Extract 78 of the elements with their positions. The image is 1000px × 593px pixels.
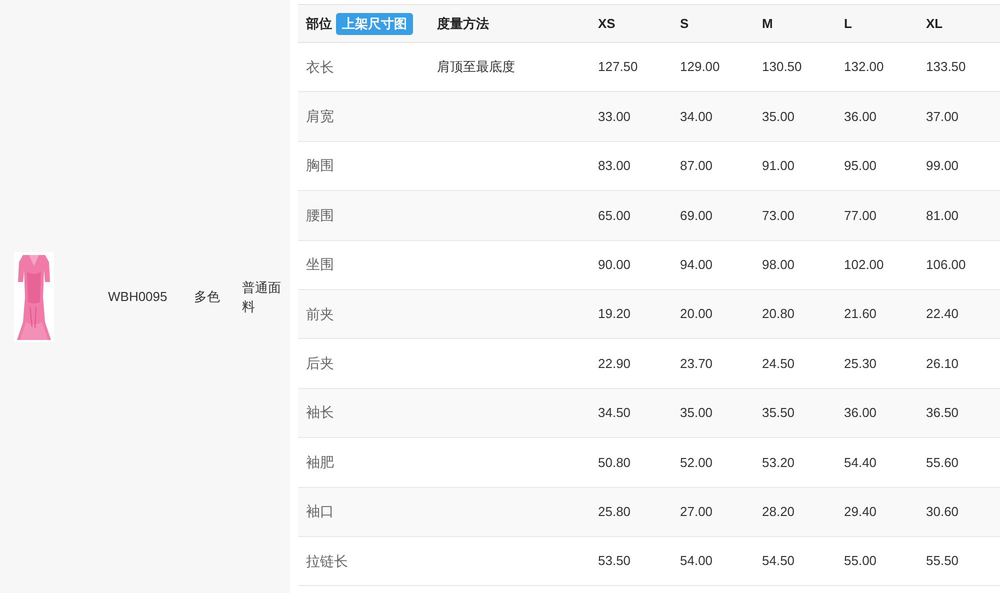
- size-value: 24.50: [762, 356, 795, 371]
- size-value: 83.00: [598, 158, 631, 174]
- column-header: XS: [598, 14, 616, 33]
- size-value: 22.40: [926, 306, 959, 322]
- size-value: 52.00: [680, 454, 713, 470]
- size-value: 36.50: [926, 405, 959, 420]
- measure-method: 肩顶至最底度: [437, 59, 515, 74]
- size-value: 98.00: [762, 257, 795, 272]
- column-header: 度量方法: [437, 14, 489, 33]
- column-header: L: [844, 14, 852, 33]
- size-value: 87.00: [680, 158, 713, 174]
- size-value: 53.20: [762, 454, 795, 470]
- size-value: 99.00: [926, 158, 959, 174]
- size-value: 50.80: [598, 454, 631, 470]
- size-value: 20.80: [762, 306, 795, 322]
- size-value: 55.50: [926, 553, 959, 568]
- size-value: 22.90: [598, 356, 631, 371]
- size-value: 37.00: [926, 108, 959, 124]
- size-value: 25.30: [844, 356, 877, 371]
- part-name: 胸围: [306, 157, 334, 174]
- size-value: 36.00: [844, 108, 877, 124]
- part-name: 腰围: [306, 206, 334, 223]
- size-value: 28.20: [762, 504, 795, 519]
- product-fabric: 普通面料: [242, 278, 282, 316]
- size-value: 91.00: [762, 158, 795, 174]
- column-header: M: [762, 14, 773, 33]
- size-value: 34.00: [680, 108, 713, 124]
- size-value: 94.00: [680, 257, 713, 272]
- size-value: 35.00: [680, 405, 713, 420]
- size-value: 130.50: [762, 59, 802, 74]
- size-value: 19.20: [598, 306, 631, 322]
- size-value: 55.00: [844, 553, 877, 568]
- size-value: 127.50: [598, 59, 638, 74]
- part-name: 坐围: [306, 256, 334, 272]
- part-name: 袖长: [306, 404, 334, 420]
- column-header: 部位: [306, 14, 332, 33]
- size-value: 35.00: [762, 108, 795, 124]
- column-header: S: [680, 14, 689, 33]
- size-value: 102.00: [844, 257, 884, 272]
- size-value: 21.60: [844, 306, 877, 322]
- size-value: 27.00: [680, 504, 713, 519]
- part-name: 衣长: [306, 58, 334, 75]
- part-name: 后夹: [306, 355, 334, 372]
- size-value: 33.00: [598, 108, 631, 124]
- part-name: 肩宽: [306, 108, 334, 124]
- size-value: 54.40: [844, 454, 877, 470]
- size-value: 25.80: [598, 504, 631, 519]
- product-color: 多色: [194, 288, 221, 306]
- size-value: 26.10: [926, 356, 959, 371]
- size-value: 106.00: [926, 257, 966, 272]
- size-value: 53.50: [598, 553, 631, 568]
- size-chart-button[interactable]: 上架尺寸图: [336, 12, 413, 34]
- part-name: 袖口: [306, 503, 334, 520]
- size-value: 133.50: [926, 59, 966, 74]
- size-value: 23.70: [680, 356, 713, 371]
- size-value: 36.00: [844, 405, 877, 420]
- size-value: 30.60: [926, 504, 959, 519]
- size-value: 73.00: [762, 208, 795, 223]
- size-value: 65.00: [598, 208, 631, 223]
- size-value: 20.00: [680, 306, 713, 322]
- size-value: 129.00: [680, 59, 720, 74]
- part-name: 前夹: [306, 306, 334, 322]
- size-value: 34.50: [598, 405, 631, 420]
- size-value: 77.00: [844, 208, 877, 223]
- size-value: 54.50: [762, 553, 795, 568]
- size-value: 132.00: [844, 59, 884, 74]
- size-value: 29.40: [844, 504, 877, 519]
- part-name: 袖肥: [306, 454, 334, 470]
- size-value: 95.00: [844, 158, 877, 174]
- size-value: 90.00: [598, 257, 631, 272]
- product-code: WBH0095: [108, 288, 168, 306]
- size-value: 81.00: [926, 208, 959, 223]
- part-name: 拉链长: [306, 552, 348, 569]
- column-header: XL: [926, 14, 943, 33]
- size-value: 55.60: [926, 454, 959, 470]
- size-value: 54.00: [680, 553, 713, 568]
- size-value: 69.00: [680, 208, 713, 223]
- size-value: 35.50: [762, 405, 795, 420]
